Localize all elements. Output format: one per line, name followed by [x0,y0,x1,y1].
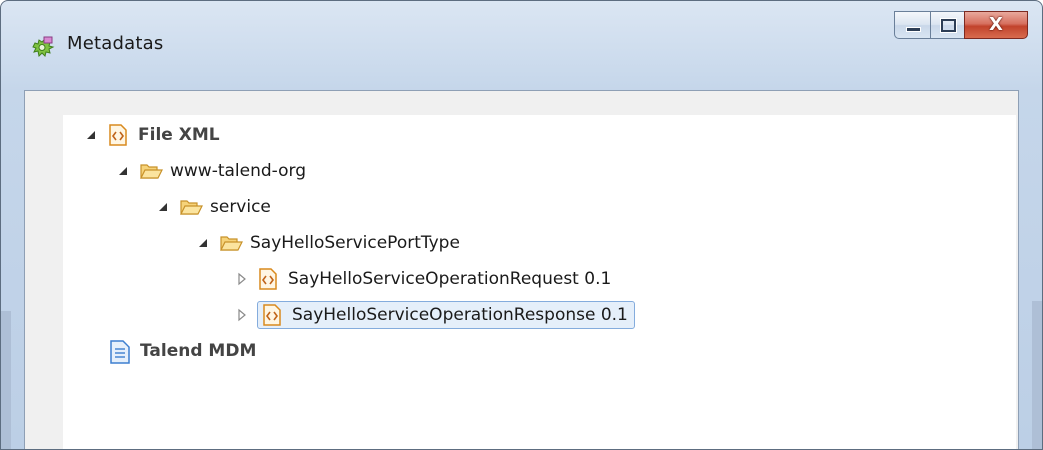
window-border-right [1032,301,1042,449]
window-client-area: File XML www-talend-org service SayHello… [24,90,1019,449]
close-button[interactable]: X [964,11,1028,39]
expanded-arrow-icon[interactable] [197,236,211,250]
tree-item-label: SayHelloServiceOperationRequest 0.1 [288,269,612,289]
document-icon [109,340,131,364]
tree-item-sayhelloserviceporttype[interactable]: SayHelloServicePortType [197,228,460,258]
expanded-arrow-icon[interactable] [157,200,171,214]
tree-item-label: www-talend-org [170,161,307,181]
close-icon: X [989,14,1003,35]
folder-open-icon [139,160,163,182]
tree-item-label: File XML [138,125,220,145]
expanded-arrow-icon[interactable] [117,164,131,178]
folder-open-icon [179,196,203,218]
metadata-gear-icon [29,34,55,60]
xml-file-icon [257,268,279,290]
tree-item-operation-response[interactable]: SayHelloServiceOperationResponse 0.1 [235,300,635,330]
tree-item-service[interactable]: service [157,192,271,222]
metadata-tree[interactable]: File XML www-talend-org service SayHello… [63,115,1016,449]
xml-file-icon [107,124,129,146]
collapsed-arrow-icon[interactable] [235,272,249,286]
tree-item-file-xml[interactable]: File XML [85,120,220,150]
tree-item-label: Talend MDM [140,341,257,361]
xml-file-icon [261,304,283,326]
window-title: Metadatas [67,33,164,54]
window-border-left [1,311,11,449]
metadatas-window: Metadatas X File XML www-talend-org serv… [0,0,1043,450]
folder-open-icon [219,232,243,254]
tree-item-talend-mdm[interactable]: Talend MDM [109,336,256,366]
maximize-icon [940,18,957,33]
caption-buttons: X [894,11,1028,41]
expanded-arrow-icon[interactable] [85,128,99,142]
title-bar[interactable]: Metadatas X [1,1,1042,91]
tree-item-label: SayHelloServiceOperationResponse 0.1 [292,305,628,325]
tree-item-label: SayHelloServicePortType [250,233,460,253]
collapsed-arrow-icon[interactable] [235,308,249,322]
maximize-button[interactable] [930,11,964,39]
tree-item-label: service [210,197,271,217]
tree-item-www-talend-org[interactable]: www-talend-org [117,156,306,186]
minimize-button[interactable] [894,11,930,39]
minimize-icon [906,27,921,32]
tree-item-operation-request[interactable]: SayHelloServiceOperationRequest 0.1 [235,264,611,294]
selected-item-highlight[interactable]: SayHelloServiceOperationResponse 0.1 [257,301,635,329]
